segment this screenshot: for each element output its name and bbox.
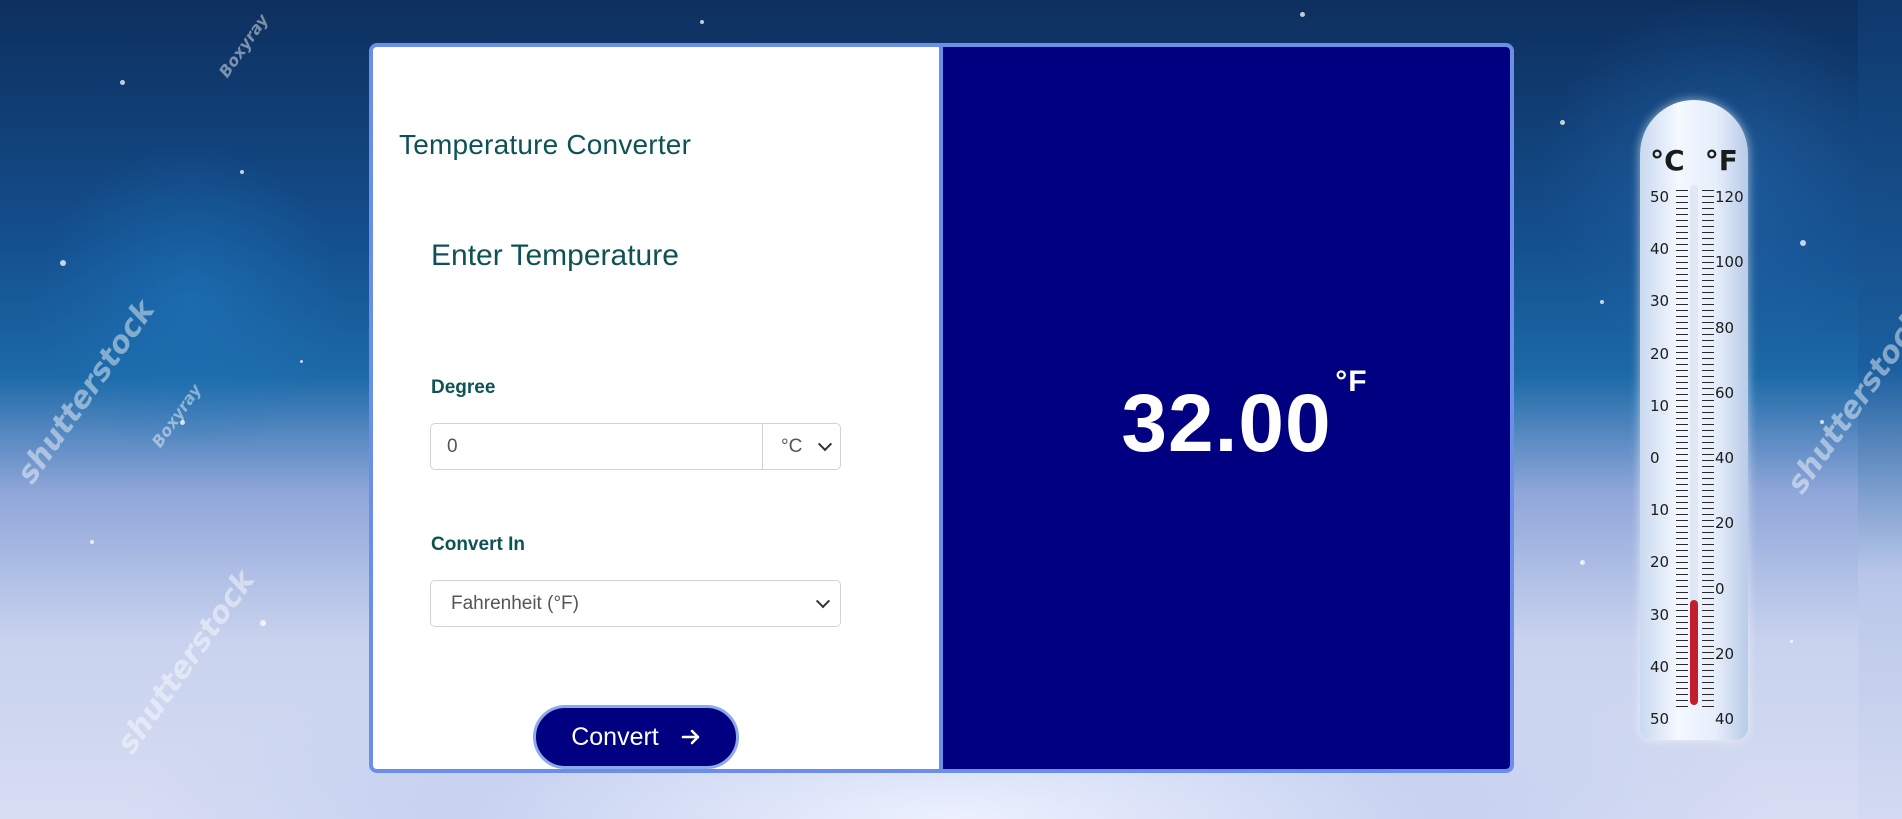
fahrenheit-tick-label: 120 xyxy=(1715,188,1744,206)
thermometer-celsius-label: °C xyxy=(1650,144,1685,177)
fahrenheit-tick-label: 100 xyxy=(1715,253,1744,272)
degree-label: Degree xyxy=(431,377,496,398)
input-unit-select[interactable]: °C xyxy=(762,424,840,469)
fahrenheit-tick-label: 40 xyxy=(1715,449,1735,467)
thermometer-image: °C °F 50 40 30 20 10 0 10 20 30 40 50 12… xyxy=(1640,100,1748,740)
celsius-tick-label: 10 xyxy=(1650,396,1670,415)
convert-button[interactable]: Convert xyxy=(533,705,739,769)
celsius-tick-label: 30 xyxy=(1650,292,1670,311)
result-panel: 32.00 °F xyxy=(943,47,1510,769)
fahrenheit-tick-label: 60 xyxy=(1715,383,1735,402)
converter-card: Temperature Converter Enter Temperature … xyxy=(369,43,1514,773)
degree-input[interactable] xyxy=(431,424,762,469)
thermometer-fahrenheit-scale: 120 100 80 60 40 20 0 20 40 xyxy=(1715,188,1744,728)
app-title: Temperature Converter xyxy=(399,129,692,160)
celsius-tick-label: 10 xyxy=(1650,501,1670,520)
celsius-tick-label: 0 xyxy=(1650,448,1660,467)
celsius-tick-label: 20 xyxy=(1650,344,1670,363)
convert-in-value: Fahrenheit (°F) xyxy=(451,592,579,614)
fahrenheit-tick-label: 80 xyxy=(1715,318,1735,337)
result-value-wrapper: 32.00 °F xyxy=(1121,365,1366,471)
fahrenheit-tick-label: 0 xyxy=(1715,579,1725,598)
thermometer-header: °C °F xyxy=(1640,144,1748,177)
convert-in-label: Convert In xyxy=(431,534,525,555)
degree-input-group: °C xyxy=(430,423,841,470)
result-unit: °F xyxy=(1335,365,1368,398)
section-title: Enter Temperature xyxy=(431,239,679,272)
chevron-down-icon xyxy=(815,593,831,608)
celsius-tick-label: 40 xyxy=(1650,657,1670,676)
celsius-tick-label: 50 xyxy=(1650,709,1670,728)
input-unit-value: °C xyxy=(781,435,803,457)
thermometer-mercury xyxy=(1690,600,1698,705)
result-display: 32.00 °F xyxy=(943,365,1510,471)
celsius-tick-label: 40 xyxy=(1650,240,1670,259)
result-value: 32.00 xyxy=(1121,378,1332,469)
converter-form-panel: Temperature Converter Enter Temperature … xyxy=(373,47,943,769)
celsius-tick-label: 20 xyxy=(1650,553,1670,572)
chevron-down-icon xyxy=(817,436,833,451)
thermometer-celsius-scale: 50 40 30 20 10 0 10 20 30 40 50 xyxy=(1650,188,1669,728)
convert-in-select[interactable]: Fahrenheit (°F) xyxy=(430,580,841,627)
fahrenheit-tick-label: 40 xyxy=(1715,710,1735,728)
fahrenheit-tick-label: 20 xyxy=(1715,514,1735,533)
arrow-right-icon xyxy=(681,729,700,745)
thermometer-fahrenheit-label: °F xyxy=(1704,144,1738,177)
celsius-tick-label: 50 xyxy=(1650,188,1670,206)
thermometer-ticks-right xyxy=(1702,190,1714,710)
thermometer-ticks-left xyxy=(1676,190,1688,710)
convert-button-label: Convert xyxy=(571,722,659,751)
fahrenheit-tick-label: 20 xyxy=(1715,644,1735,663)
celsius-tick-label: 30 xyxy=(1650,605,1670,624)
